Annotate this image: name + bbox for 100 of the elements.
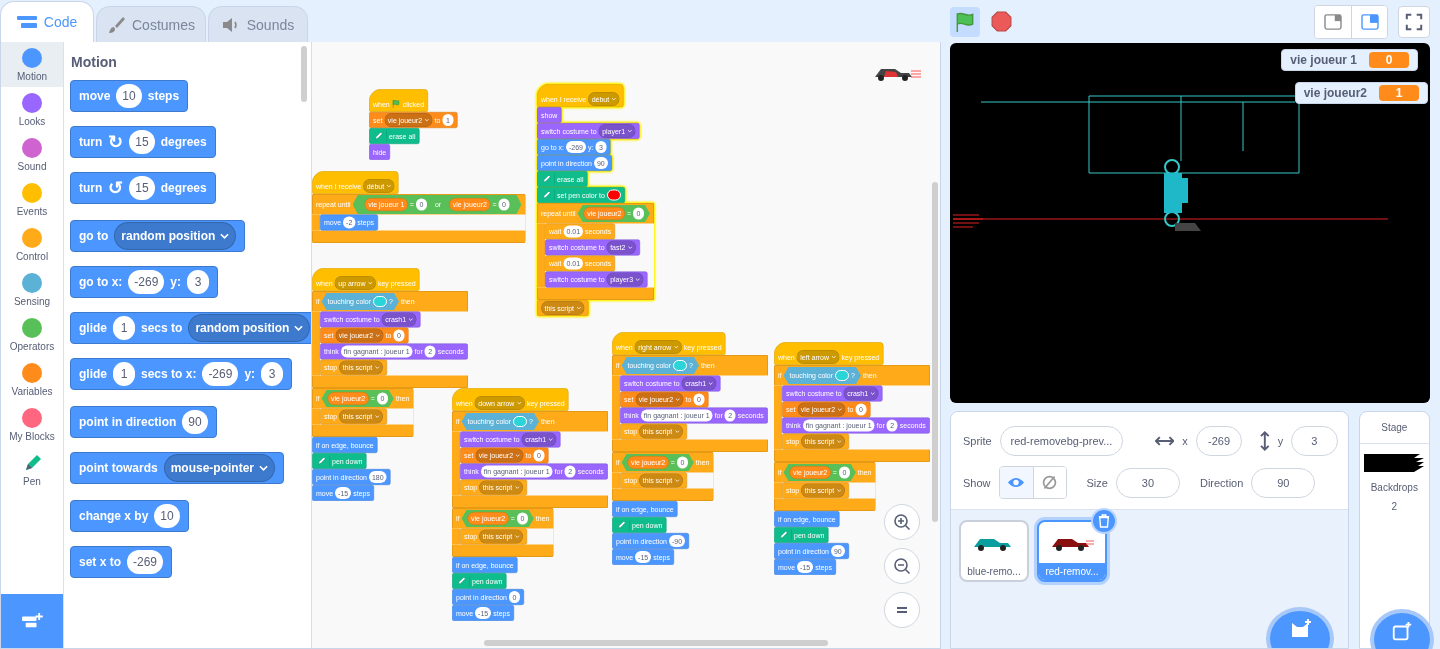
block-label: secs to — [141, 321, 183, 335]
speaker-icon — [221, 16, 240, 33]
block-label: secs to x: — [141, 367, 197, 381]
number-input[interactable]: 90 — [182, 410, 208, 434]
code-block[interactable]: turn ↻ 15 degrees — [70, 126, 216, 158]
color-input[interactable] — [835, 370, 850, 381]
number-input[interactable]: 1 — [113, 362, 135, 386]
reset-zoom-button[interactable] — [884, 592, 920, 628]
zoom-out-button[interactable] — [884, 548, 920, 584]
dropdown-menu[interactable]: random position — [114, 222, 237, 250]
block-label: glide — [79, 321, 107, 335]
sprite-name: red-remov... — [1039, 563, 1105, 580]
color-input[interactable] — [373, 296, 388, 307]
backdrops-label: Backdrops — [1370, 482, 1418, 493]
sprite-name: blue-remo... — [966, 565, 1022, 579]
delete-button[interactable] — [1091, 508, 1117, 534]
code-block[interactable]: go to random position — [70, 220, 246, 252]
code-block[interactable]: glide 1 secs to random position — [70, 312, 311, 344]
field-label: x — [1182, 435, 1188, 447]
crossed-eye-icon — [1041, 474, 1059, 491]
brush-icon — [107, 15, 125, 34]
flag-icon — [954, 10, 976, 33]
fullscreen-button[interactable] — [1398, 5, 1430, 38]
backdrops-count: 2 — [1391, 501, 1398, 512]
field-label: Sprite — [963, 435, 992, 447]
category-button[interactable]: Operators — [1, 312, 63, 357]
vertical-arrow-icon — [1260, 431, 1270, 451]
block-label: glide — [79, 367, 107, 381]
scrollbar[interactable] — [301, 46, 307, 102]
number-input[interactable]: 15 — [129, 176, 155, 200]
number-input[interactable]: -269 — [127, 550, 164, 574]
category-button[interactable]: Control — [1, 222, 63, 267]
turn-glyph: ↺ — [108, 179, 124, 197]
number-input[interactable]: 3 — [187, 270, 210, 294]
zoom-in-icon — [892, 512, 912, 532]
category-button[interactable]: Sound — [1, 132, 63, 177]
color-input[interactable] — [673, 360, 688, 371]
hide-button[interactable] — [1032, 467, 1066, 498]
scrollbar[interactable] — [932, 182, 938, 522]
dropdown-menu[interactable]: random position — [188, 314, 311, 342]
number-input[interactable]: 3 — [261, 362, 284, 386]
code-block[interactable]: change x by 10 — [70, 500, 189, 532]
layout-icon — [1324, 13, 1342, 30]
flag-button[interactable] — [950, 6, 980, 37]
block-label: steps — [147, 89, 180, 103]
color-input[interactable] — [513, 416, 528, 427]
block-label: set x to — [79, 555, 121, 569]
extension-icon — [21, 612, 43, 630]
number-input[interactable]: 10 — [154, 504, 180, 528]
block-label: move — [79, 89, 111, 103]
code-block[interactable]: glide 1 secs to x: -269 y: 3 — [70, 358, 293, 390]
scrollbar[interactable] — [484, 640, 828, 646]
number-input[interactable]: 10 — [116, 84, 142, 108]
caret-icon — [294, 325, 304, 331]
caret-icon — [220, 233, 230, 239]
code-block[interactable]: move 10 steps — [70, 80, 189, 112]
number-input[interactable]: 15 — [129, 130, 155, 154]
number-input[interactable]: -269 — [202, 362, 239, 386]
sprite-tile[interactable]: blue-remo... — [959, 520, 1029, 582]
field-label: Show — [963, 476, 991, 489]
code-block[interactable]: set x to -269 — [70, 546, 173, 578]
block-label: degrees — [160, 181, 207, 195]
zoom-in-button[interactable] — [884, 504, 920, 540]
color-input[interactable] — [606, 189, 621, 201]
palette-heading: Motion — [71, 54, 118, 70]
category-button[interactable]: Sensing — [1, 267, 63, 312]
zoom-out-icon — [892, 556, 912, 576]
block-label: turn — [79, 135, 103, 149]
dropdown-menu[interactable]: mouse-pointer — [163, 454, 275, 482]
normal-stage-button[interactable] — [1351, 5, 1387, 38]
code-icon — [16, 15, 37, 29]
caret-icon — [259, 465, 268, 471]
number-input[interactable]: 1 — [113, 316, 135, 340]
category-button[interactable]: Pen — [1, 447, 63, 492]
block-label: point in direction — [79, 415, 177, 429]
layout-icon — [1360, 13, 1379, 30]
code-block[interactable]: point in direction 90 — [70, 406, 217, 438]
block-label: change x by — [79, 509, 149, 523]
add-extension-button[interactable] — [1, 594, 63, 648]
number-input[interactable]: -269 — [128, 270, 165, 294]
monitor-value: 1 — [1379, 85, 1419, 101]
eye-icon — [1007, 476, 1026, 489]
fullscreen-icon — [1405, 12, 1423, 31]
block-label: turn — [79, 181, 103, 195]
code-block[interactable]: turn ↺ 15 degrees — [70, 172, 216, 204]
code-block[interactable]: go to x: -269 y: 3 — [70, 266, 219, 298]
turn-glyph: ↻ — [108, 133, 124, 151]
category-button[interactable]: Motion — [1, 42, 63, 87]
monitor-label: vie joueur2 — [1303, 86, 1367, 100]
category-button[interactable]: Events — [1, 177, 63, 222]
block-label: go to — [79, 229, 109, 243]
stage-label: Stage — [1359, 412, 1429, 444]
block-label: degrees — [160, 135, 207, 149]
show-button[interactable] — [999, 467, 1033, 498]
monitor-label: vie joueur 1 — [1290, 53, 1357, 67]
code-block[interactable]: point towards mouse-pointer — [70, 452, 284, 484]
category-button[interactable]: My Blocks — [1, 402, 63, 447]
category-button[interactable]: Variables — [1, 357, 63, 402]
category-button[interactable]: Looks — [1, 87, 63, 132]
stop-icon — [990, 11, 1012, 32]
